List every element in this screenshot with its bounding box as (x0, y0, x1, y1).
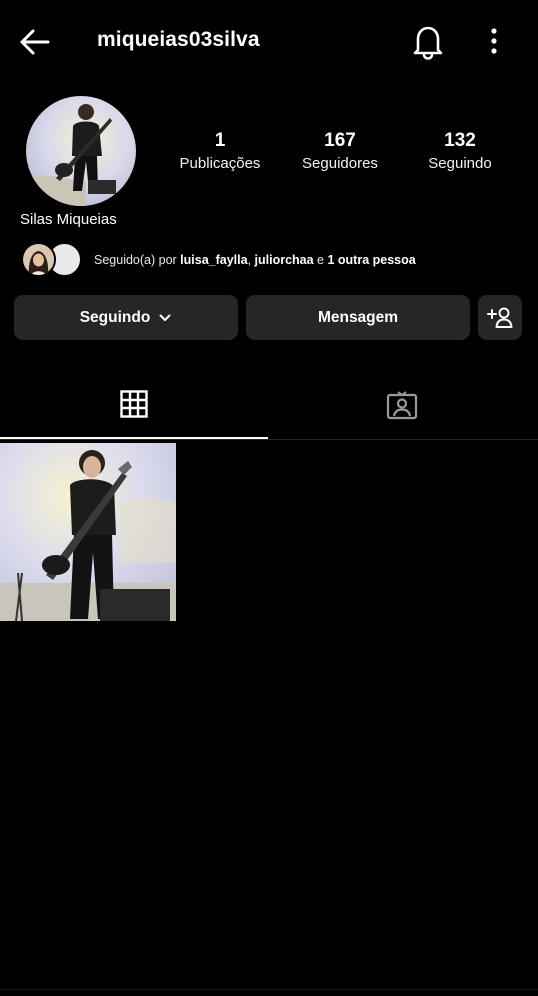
tagged-person-icon (386, 390, 418, 419)
followers-count-label: Seguidores (302, 155, 378, 172)
more-vertical-icon (491, 28, 497, 54)
suggest-people-button[interactable] (478, 295, 522, 340)
message-button[interactable]: Mensagem (246, 295, 470, 340)
post-thumbnail[interactable] (0, 443, 176, 621)
following-count-label: Seguindo (428, 155, 492, 172)
tab-tagged[interactable] (268, 370, 536, 439)
notifications-button[interactable] (410, 22, 446, 60)
following-count[interactable]: 132 Seguindo (400, 130, 520, 172)
tab-posts-grid[interactable] (0, 370, 268, 439)
followed-by-conjunction: e (313, 253, 328, 267)
posts-count-value: 1 (214, 130, 226, 151)
following-count-value: 132 (444, 130, 476, 151)
profile-username: miqueias03silva (97, 28, 260, 51)
followed-by-separator: , (247, 253, 255, 267)
mutual-follower-1: luisa_faylla (180, 253, 248, 267)
mutual-follower-2: juliorchaa (254, 253, 314, 267)
bell-icon (413, 26, 443, 60)
profile-tabs (0, 370, 538, 440)
add-person-icon (487, 307, 513, 328)
mutual-followers-others: 1 outra pessoa (327, 253, 416, 267)
profile-avatar[interactable] (26, 96, 136, 206)
following-button-label: Seguindo (79, 308, 151, 326)
posts-count[interactable]: 1 Publicações (160, 130, 280, 172)
more-options-button[interactable] (480, 24, 508, 58)
back-button[interactable] (18, 24, 54, 60)
followers-count[interactable]: 167 Seguidores (280, 130, 400, 172)
mutual-followers-avatars[interactable] (21, 242, 85, 278)
profile-full-name: Silas Miqueias (20, 211, 117, 228)
followed-by-prefix: Seguido(a) por (94, 253, 181, 267)
message-button-label: Mensagem (317, 308, 399, 326)
arrow-left-icon (20, 29, 50, 55)
following-button[interactable]: Seguindo (14, 295, 238, 340)
top-bar: miqueias03silva (0, 0, 538, 82)
avatar (21, 242, 56, 277)
grid-icon (120, 389, 148, 418)
divider (0, 989, 538, 990)
chevron-down-icon (159, 314, 171, 321)
followed-by-text[interactable]: Seguido(a) por luisa_faylla, juliorchaa … (94, 253, 416, 267)
followers-count-value: 167 (324, 130, 356, 151)
posts-count-label: Publicações (179, 155, 261, 172)
